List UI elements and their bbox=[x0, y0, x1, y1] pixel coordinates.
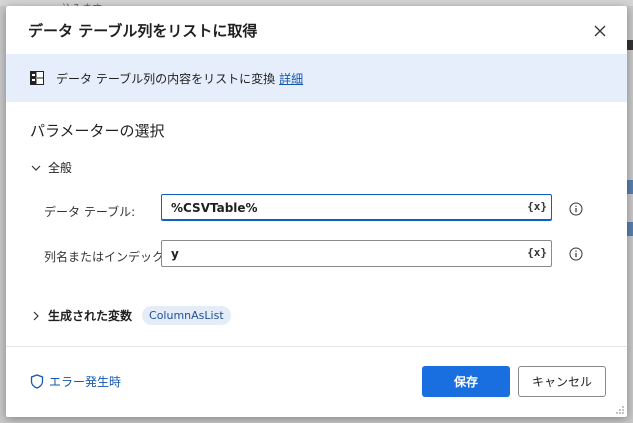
action-dialog: データ テーブル列をリストに取得 データ テーブル列の内容をリストに変換 詳細 パ… bbox=[6, 6, 627, 417]
close-button[interactable] bbox=[589, 20, 611, 42]
cancel-button[interactable]: キャンセル bbox=[518, 366, 606, 397]
general-group-toggle[interactable]: 全般 bbox=[30, 159, 72, 176]
info-bar: データ テーブル列の内容をリストに変換 詳細 bbox=[6, 54, 627, 102]
save-button[interactable]: 保存 bbox=[422, 366, 510, 397]
variable-picker-icon[interactable]: {x} bbox=[527, 246, 547, 259]
generated-variables-label: 生成された変数 bbox=[48, 309, 133, 323]
background-element bbox=[627, 222, 633, 236]
footer-divider bbox=[6, 346, 627, 347]
info-circle-icon[interactable] bbox=[569, 247, 583, 261]
on-error-label: エラー発生時 bbox=[49, 375, 122, 389]
data-table-input[interactable]: %CSVTable% {x} bbox=[161, 194, 552, 221]
details-link[interactable]: 詳細 bbox=[279, 72, 303, 86]
column-name-input[interactable]: y {x} bbox=[161, 240, 552, 267]
generated-variables-toggle[interactable]: 生成された変数 ColumnAsList bbox=[30, 306, 231, 325]
resize-grip-icon[interactable] bbox=[615, 405, 625, 415]
info-circle-icon[interactable] bbox=[569, 202, 583, 216]
on-error-link[interactable]: エラー発生時 bbox=[30, 373, 121, 390]
background-element bbox=[627, 180, 633, 194]
dialog-title: データ テーブル列をリストに取得 bbox=[28, 22, 258, 40]
chevron-right-icon bbox=[33, 311, 39, 320]
column-name-label: 列名またはインデックス: bbox=[44, 250, 180, 264]
data-table-value: %CSVTable% bbox=[171, 200, 258, 215]
info-description: データ テーブル列の内容をリストに変換 bbox=[56, 72, 276, 86]
info-text: データ テーブル列の内容をリストに変換 詳細 bbox=[56, 70, 303, 87]
general-group-label: 全般 bbox=[48, 161, 73, 175]
section-title: パラメーターの選択 bbox=[30, 122, 165, 140]
shield-icon bbox=[30, 374, 44, 389]
variable-chip[interactable]: ColumnAsList bbox=[142, 306, 231, 325]
variable-picker-icon[interactable]: {x} bbox=[527, 200, 547, 213]
table-column-icon bbox=[30, 71, 44, 85]
column-name-value: y bbox=[171, 246, 179, 261]
background-element bbox=[627, 40, 633, 50]
data-table-label: データ テーブル: bbox=[44, 205, 136, 219]
close-icon bbox=[594, 25, 606, 37]
chevron-down-icon bbox=[31, 165, 41, 171]
